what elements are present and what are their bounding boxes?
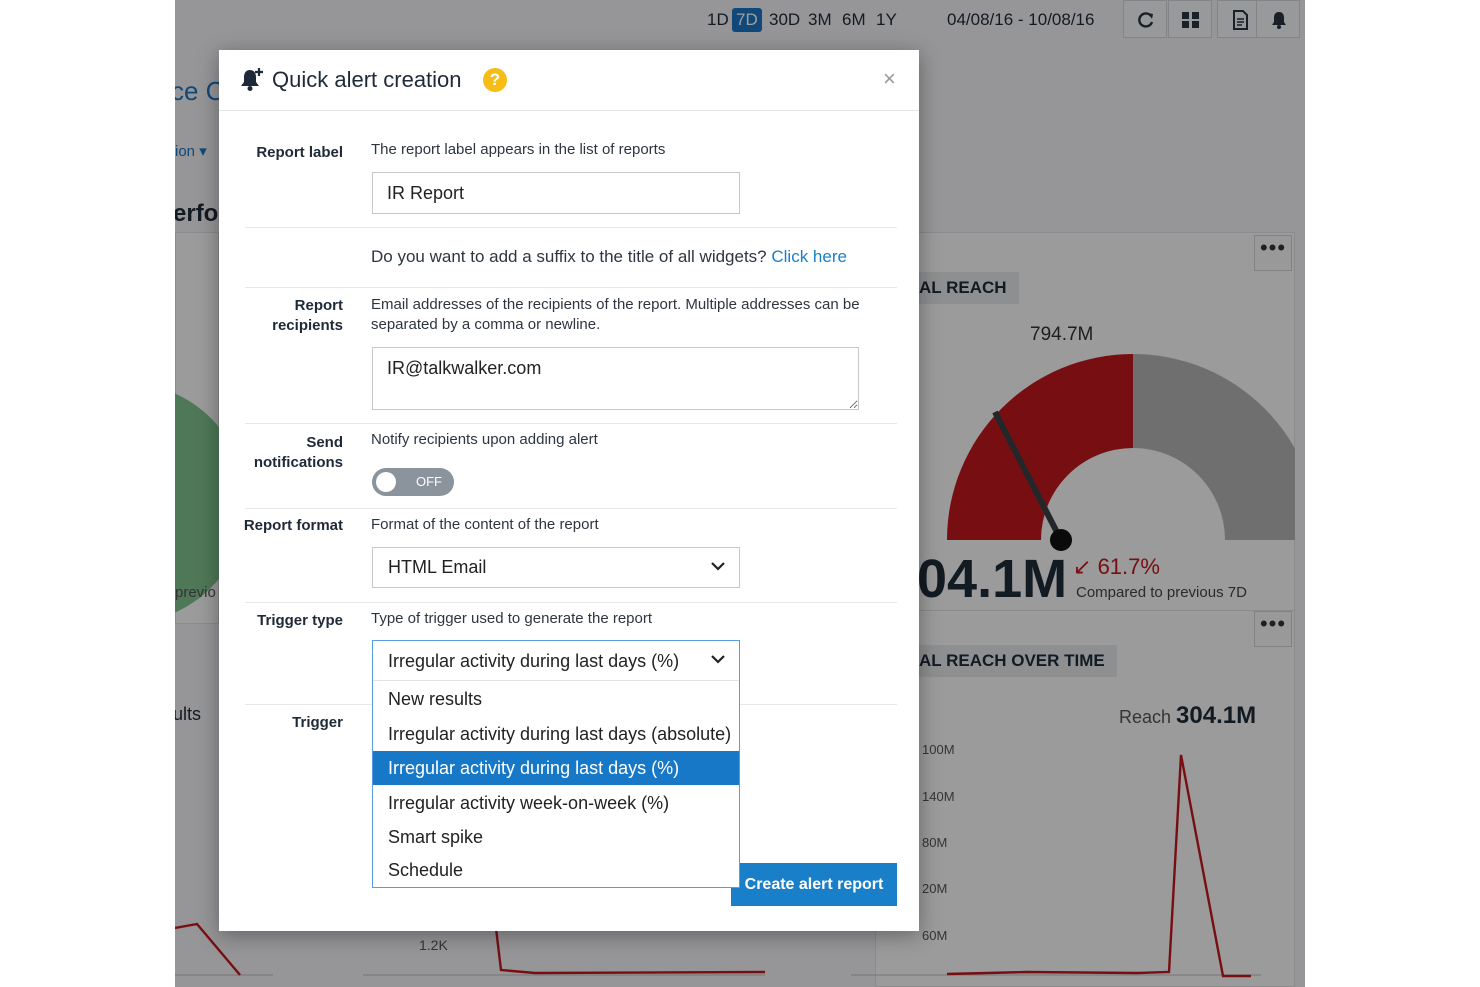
divider [245, 287, 897, 288]
report-format-select[interactable]: HTML Email [372, 547, 740, 588]
create-alert-report-button[interactable]: Create alert report [731, 863, 897, 906]
suffix-click-here-link[interactable]: Click here [771, 247, 847, 266]
report-label-input[interactable] [372, 172, 740, 214]
bell-plus-icon [241, 68, 263, 91]
trigger-option-selected[interactable]: Irregular activity during last days (%) [373, 751, 739, 785]
toggle-knob [376, 472, 396, 492]
toggle-state-label: OFF [416, 474, 442, 489]
report-label-description: The report label appears in the list of … [371, 141, 666, 158]
recipients-heading: Report recipients [272, 297, 343, 334]
trigger-option[interactable]: Irregular activity week-on-week (%) [373, 786, 739, 820]
report-format-heading: Report format [243, 517, 343, 534]
chevron-down-icon [711, 655, 725, 664]
notifications-heading: Send notifications [253, 434, 343, 471]
notifications-description: Notify recipients upon adding alert [371, 431, 598, 448]
trigger-type-dropdown[interactable]: Irregular activity during last days (%) … [372, 640, 740, 888]
divider [245, 423, 897, 424]
suffix-question: Do you want to add a suffix to the title… [371, 247, 847, 266]
trigger-option[interactable]: Irregular activity during last days (abs… [373, 717, 739, 751]
trigger-type-select[interactable]: Irregular activity during last days (%) [373, 641, 739, 681]
quick-alert-modal: Quick alert creation ? × Report label Th… [219, 50, 919, 931]
trigger-heading: Trigger [292, 714, 343, 731]
divider [245, 602, 897, 603]
help-icon[interactable]: ? [483, 68, 507, 92]
report-format-value: HTML Email [388, 557, 487, 577]
trigger-type-heading: Trigger type [257, 612, 343, 629]
trigger-type-description: Type of trigger used to generate the rep… [371, 610, 653, 627]
trigger-option[interactable]: New results [373, 682, 739, 716]
trigger-option[interactable]: Smart spike [373, 820, 739, 854]
notifications-toggle[interactable]: OFF [372, 468, 454, 496]
chevron-down-icon [711, 562, 725, 571]
report-label-heading: Report label [256, 144, 343, 161]
modal-title: Quick alert creation [272, 67, 462, 92]
divider [245, 508, 897, 509]
recipients-description: Email addresses of the recipients of the… [371, 296, 860, 333]
trigger-type-value: Irregular activity during last days (%) [388, 651, 680, 671]
divider [245, 227, 897, 228]
trigger-option[interactable]: Schedule [373, 853, 739, 887]
close-icon[interactable]: × [883, 66, 896, 92]
modal-header: Quick alert creation ? × [219, 50, 919, 111]
recipients-textarea[interactable]: IR@talkwalker.com [372, 347, 859, 410]
report-format-description: Format of the content of the report [371, 516, 599, 533]
